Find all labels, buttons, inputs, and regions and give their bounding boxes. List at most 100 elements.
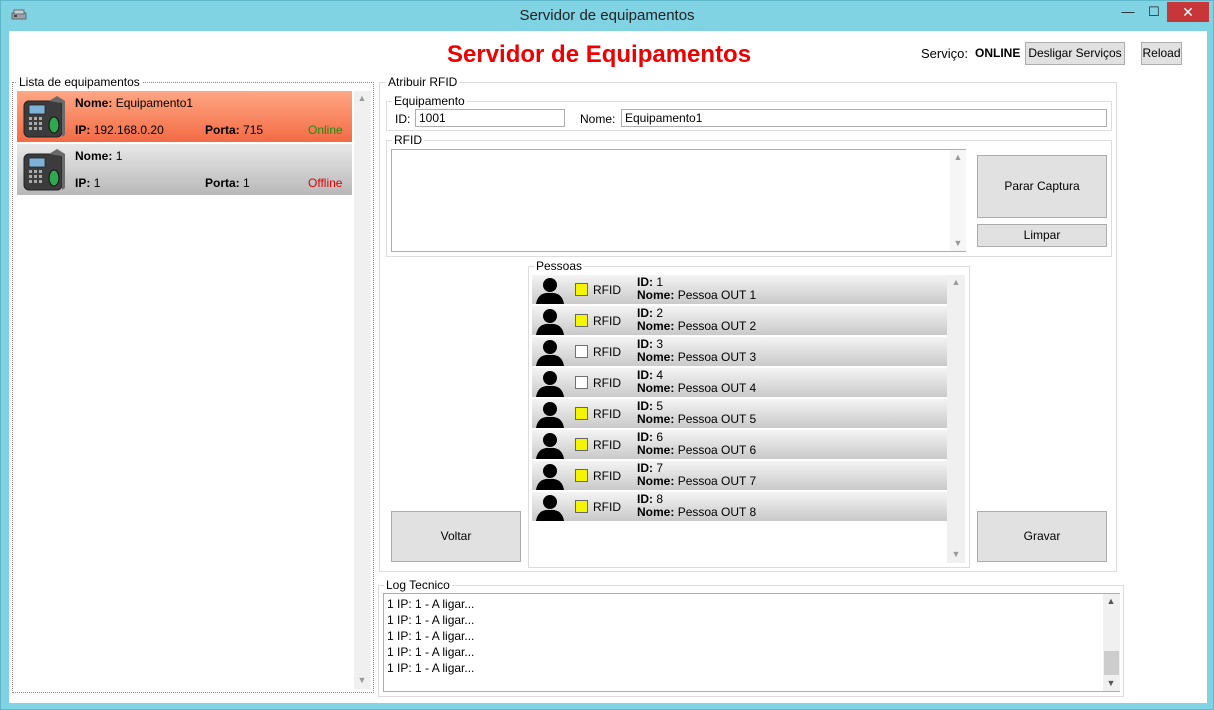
scroll-down-icon[interactable]: ▼ bbox=[950, 238, 966, 248]
log-scroll-thumb[interactable] bbox=[1104, 651, 1119, 675]
equipment-name-label: Nome: bbox=[580, 112, 616, 126]
app-window: Servidor de equipamentos — ☐ ✕ Servidor … bbox=[0, 0, 1214, 710]
log-line: 1 IP: 1 - A ligar... bbox=[387, 661, 475, 675]
reload-button[interactable]: Reload bbox=[1141, 42, 1182, 65]
equipamento-group: Equipamento ID: 1001 Nome: Equipamento1 bbox=[386, 95, 1112, 131]
equipment-list-scrollbar[interactable]: ▲ ▼ bbox=[354, 91, 371, 689]
rfid-checkbox-label: RFID bbox=[593, 376, 621, 390]
equipment-list-legend: Lista de equipamentos bbox=[17, 75, 142, 89]
rfid-checkbox[interactable] bbox=[575, 407, 588, 420]
person-silhouette-icon bbox=[536, 309, 564, 335]
minimize-button[interactable]: — bbox=[1115, 2, 1141, 22]
scroll-down-icon[interactable]: ▼ bbox=[948, 549, 964, 559]
log-line: 1 IP: 1 - A ligar... bbox=[387, 629, 475, 643]
equipment-ip: IP: 1 bbox=[75, 176, 101, 190]
person-row[interactable]: RFID ID: 1 Nome: Pessoa OUT 1 bbox=[532, 275, 947, 304]
equipment-port: Porta: 1 bbox=[205, 176, 250, 190]
equipment-id-label: ID: bbox=[395, 112, 411, 126]
atribuir-rfid-group: Atribuir RFID Equipamento ID: 1001 Nome:… bbox=[379, 76, 1117, 572]
equipment-id-field[interactable]: 1001 bbox=[415, 109, 565, 127]
person-row[interactable]: RFID ID: 6 Nome: Pessoa OUT 6 bbox=[532, 430, 947, 459]
atribuir-rfid-legend: Atribuir RFID bbox=[386, 75, 460, 89]
rfid-textarea[interactable]: ▲ ▼ bbox=[391, 149, 966, 252]
equipment-name: Nome: 1 bbox=[75, 149, 123, 163]
limpar-button[interactable]: Limpar bbox=[977, 224, 1107, 247]
pessoas-group: Pessoas RFID ID: 1 Nome: Pessoa OUT 1 RF… bbox=[528, 260, 970, 568]
service-status: ONLINE bbox=[975, 46, 1021, 60]
rfid-checkbox[interactable] bbox=[575, 376, 588, 389]
person-name: Nome: Pessoa OUT 4 bbox=[637, 381, 757, 395]
rfid-checkbox-label: RFID bbox=[593, 469, 621, 483]
log-textarea[interactable]: 1 IP: 1 - A ligar... 1 IP: 1 - A ligar..… bbox=[383, 593, 1120, 692]
person-row[interactable]: RFID ID: 4 Nome: Pessoa OUT 4 bbox=[532, 368, 947, 397]
person-silhouette-icon bbox=[536, 278, 564, 304]
log-tecnico-group: Log Tecnico 1 IP: 1 - A ligar... 1 IP: 1… bbox=[378, 579, 1124, 697]
person-name: Nome: Pessoa OUT 2 bbox=[637, 319, 757, 333]
person-name: Nome: Pessoa OUT 8 bbox=[637, 505, 757, 519]
person-name: Nome: Pessoa OUT 6 bbox=[637, 443, 757, 457]
rfid-legend: RFID bbox=[392, 133, 424, 147]
equipment-name: Nome: Equipamento1 bbox=[75, 96, 194, 110]
window-title: Servidor de equipamentos bbox=[519, 7, 695, 24]
title-bar[interactable]: Servidor de equipamentos — ☐ ✕ bbox=[1, 1, 1213, 31]
person-name: Nome: Pessoa OUT 3 bbox=[637, 350, 757, 364]
person-silhouette-icon bbox=[536, 464, 564, 490]
equipment-port: Porta: 715 bbox=[205, 123, 264, 137]
rfid-checkbox[interactable] bbox=[575, 345, 588, 358]
person-name: Nome: Pessoa OUT 1 bbox=[637, 288, 757, 302]
page-title: Servidor de Equipamentos bbox=[447, 41, 752, 68]
person-row[interactable]: RFID ID: 3 Nome: Pessoa OUT 3 bbox=[532, 337, 947, 366]
desligar-servicos-button[interactable]: Desligar Serviços bbox=[1025, 42, 1125, 65]
pessoas-legend: Pessoas bbox=[534, 259, 585, 273]
rfid-checkbox[interactable] bbox=[575, 314, 588, 327]
rfid-checkbox-label: RFID bbox=[593, 283, 621, 297]
person-silhouette-icon bbox=[536, 371, 564, 397]
rfid-checkbox-label: RFID bbox=[593, 314, 621, 328]
equipment-ip: IP: 192.168.0.20 bbox=[75, 123, 164, 137]
close-button[interactable]: ✕ bbox=[1167, 2, 1209, 22]
rfid-checkbox[interactable] bbox=[575, 500, 588, 513]
person-row[interactable]: RFID ID: 8 Nome: Pessoa OUT 8 bbox=[532, 492, 947, 521]
equipment-item-offline[interactable]: Nome: 1 IP: 1 Porta: 1 Offline bbox=[17, 144, 352, 195]
parar-captura-button[interactable]: Parar Captura bbox=[977, 155, 1107, 218]
equipment-list-group: Lista de equipamentos Nome: Equipamento1… bbox=[12, 76, 374, 693]
person-row[interactable]: RFID ID: 7 Nome: Pessoa OUT 7 bbox=[532, 461, 947, 490]
log-scrollbar[interactable]: ▲ ▼ bbox=[1103, 594, 1120, 691]
scroll-up-icon[interactable]: ▲ bbox=[1103, 596, 1119, 606]
scroll-down-icon[interactable]: ▼ bbox=[1103, 678, 1119, 688]
rfid-scrollbar[interactable]: ▲ ▼ bbox=[950, 150, 966, 251]
equipment-status: Offline bbox=[308, 176, 343, 190]
equipment-status: Online bbox=[308, 123, 343, 137]
log-line: 1 IP: 1 - A ligar... bbox=[387, 613, 475, 627]
rfid-checkbox[interactable] bbox=[575, 438, 588, 451]
main-client-area: Servidor de Equipamentos Serviço: ONLINE… bbox=[9, 31, 1207, 703]
person-row[interactable]: RFID ID: 5 Nome: Pessoa OUT 5 bbox=[532, 399, 947, 428]
equipment-item-online[interactable]: Nome: Equipamento1 IP: 192.168.0.20 Port… bbox=[17, 91, 352, 142]
person-name: Nome: Pessoa OUT 7 bbox=[637, 474, 757, 488]
person-silhouette-icon bbox=[536, 402, 564, 428]
person-silhouette-icon bbox=[536, 433, 564, 459]
equipment-name-field[interactable]: Equipamento1 bbox=[621, 109, 1107, 127]
person-row[interactable]: RFID ID: 2 Nome: Pessoa OUT 2 bbox=[532, 306, 947, 335]
person-silhouette-icon bbox=[536, 340, 564, 366]
scroll-up-icon[interactable]: ▲ bbox=[354, 93, 370, 103]
log-line: 1 IP: 1 - A ligar... bbox=[387, 645, 475, 659]
scroll-up-icon[interactable]: ▲ bbox=[948, 277, 964, 287]
maximize-button[interactable]: ☐ bbox=[1141, 2, 1167, 22]
rfid-group: RFID ▲ ▼ Parar Captura Limpar bbox=[386, 134, 1112, 257]
log-legend: Log Tecnico bbox=[384, 578, 452, 592]
rfid-checkbox-label: RFID bbox=[593, 345, 621, 359]
pessoas-scrollbar[interactable]: ▲ ▼ bbox=[947, 275, 965, 563]
biometric-terminal-icon bbox=[23, 149, 65, 191]
service-label: Serviço: bbox=[921, 46, 968, 61]
gravar-button[interactable]: Gravar bbox=[977, 511, 1107, 562]
rfid-checkbox-label: RFID bbox=[593, 407, 621, 421]
scroll-up-icon[interactable]: ▲ bbox=[950, 152, 966, 162]
rfid-checkbox[interactable] bbox=[575, 283, 588, 296]
voltar-button[interactable]: Voltar bbox=[391, 511, 521, 562]
rfid-checkbox-label: RFID bbox=[593, 500, 621, 514]
equipamento-legend: Equipamento bbox=[392, 94, 467, 108]
log-line: 1 IP: 1 - A ligar... bbox=[387, 597, 475, 611]
rfid-checkbox[interactable] bbox=[575, 469, 588, 482]
scroll-down-icon[interactable]: ▼ bbox=[354, 675, 370, 685]
